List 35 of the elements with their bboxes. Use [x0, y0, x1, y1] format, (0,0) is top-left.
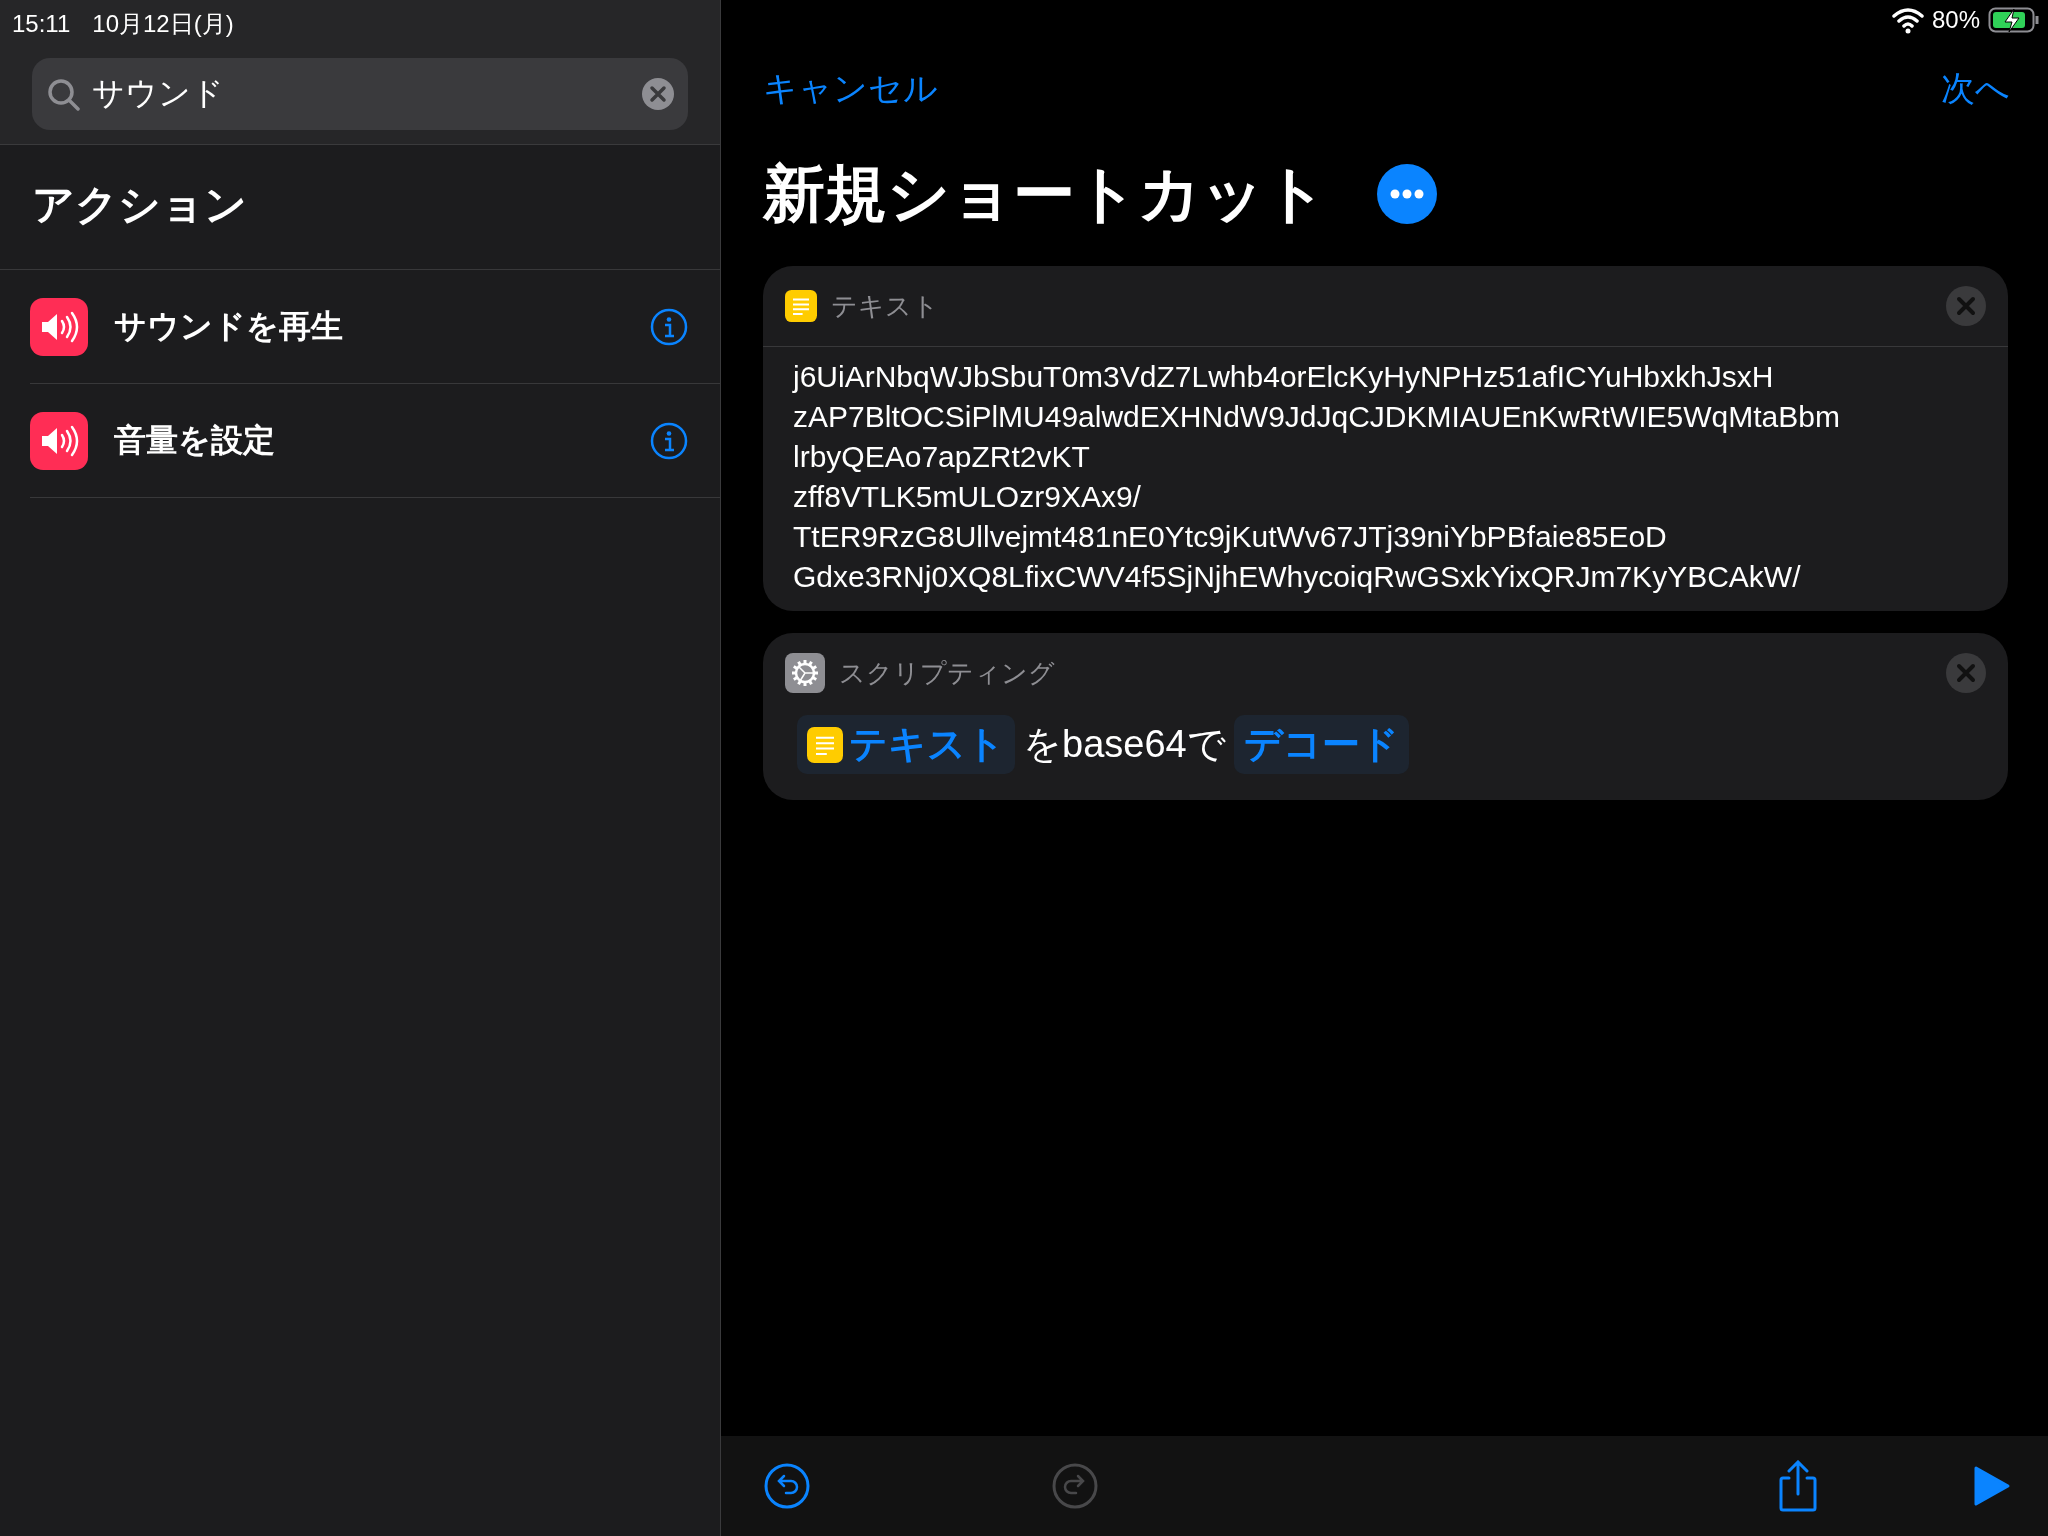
- info-icon[interactable]: [650, 307, 688, 346]
- speaker-icon: [30, 411, 88, 470]
- battery-percentage: 80%: [1931, 6, 1980, 34]
- shortcut-title: 新規ショートカット: [763, 158, 1327, 230]
- variable-token[interactable]: テキスト: [797, 715, 1015, 774]
- text-line: Gdxe3RNj0XQ8LfixCWV4f5SjNjhEWhycoiqRwGSxkYixQRJm7KyYBCAkW/: [793, 559, 1802, 595]
- status-time: 15:11: [12, 10, 71, 38]
- status-date: 10月12日(月): [92, 9, 234, 39]
- action-row[interactable]: 音量を設定: [30, 384, 720, 498]
- action-category: テキスト: [831, 289, 940, 323]
- text-line: j6UiArNbqWJbSbuT0m3VdZ7Lwhb4orElcKyHyNPHz51afICYuHbxkhJsxH: [793, 359, 1775, 395]
- search-icon: [46, 77, 80, 111]
- info-icon[interactable]: [650, 421, 688, 460]
- action-text: をbase64で: [1023, 722, 1226, 767]
- wifi-icon: [1891, 6, 1924, 34]
- cancel-button[interactable]: キャンセル: [763, 66, 938, 112]
- section-heading: アクション: [0, 145, 720, 270]
- text-document-icon: [785, 290, 817, 322]
- text-document-icon: [807, 726, 843, 763]
- more-button[interactable]: [1377, 164, 1437, 224]
- clear-icon[interactable]: [642, 78, 674, 110]
- search-field[interactable]: サウンド: [32, 58, 688, 130]
- charging-battery-icon: [1988, 7, 2040, 33]
- action-category: スクリプティング: [839, 656, 1056, 690]
- text-line: zAP7BltOCSiPlMU49alwdEXHNdW9JdJqCJDKMIAUEnKwRtWIE5WqMtaBbm: [793, 399, 1841, 435]
- gear-icon: [785, 653, 825, 693]
- action-row[interactable]: サウンドを再生: [30, 270, 720, 384]
- next-button[interactable]: 次へ: [1941, 66, 2010, 112]
- text-line: zff8VTLK5mULOzr9XAx9/: [793, 479, 1142, 515]
- speaker-icon: [30, 297, 88, 356]
- text-line: TtER9RzG8Ullvejmt481nE0Ytc9jKutWv67JTj39niYbPBfaie85EoD: [793, 519, 1668, 555]
- undo-icon[interactable]: [763, 1462, 811, 1510]
- text-line: lrbyQEAo7apZRt2vKT: [793, 439, 1091, 475]
- play-icon[interactable]: [1972, 1465, 2012, 1507]
- mode-token[interactable]: デコード: [1233, 715, 1409, 774]
